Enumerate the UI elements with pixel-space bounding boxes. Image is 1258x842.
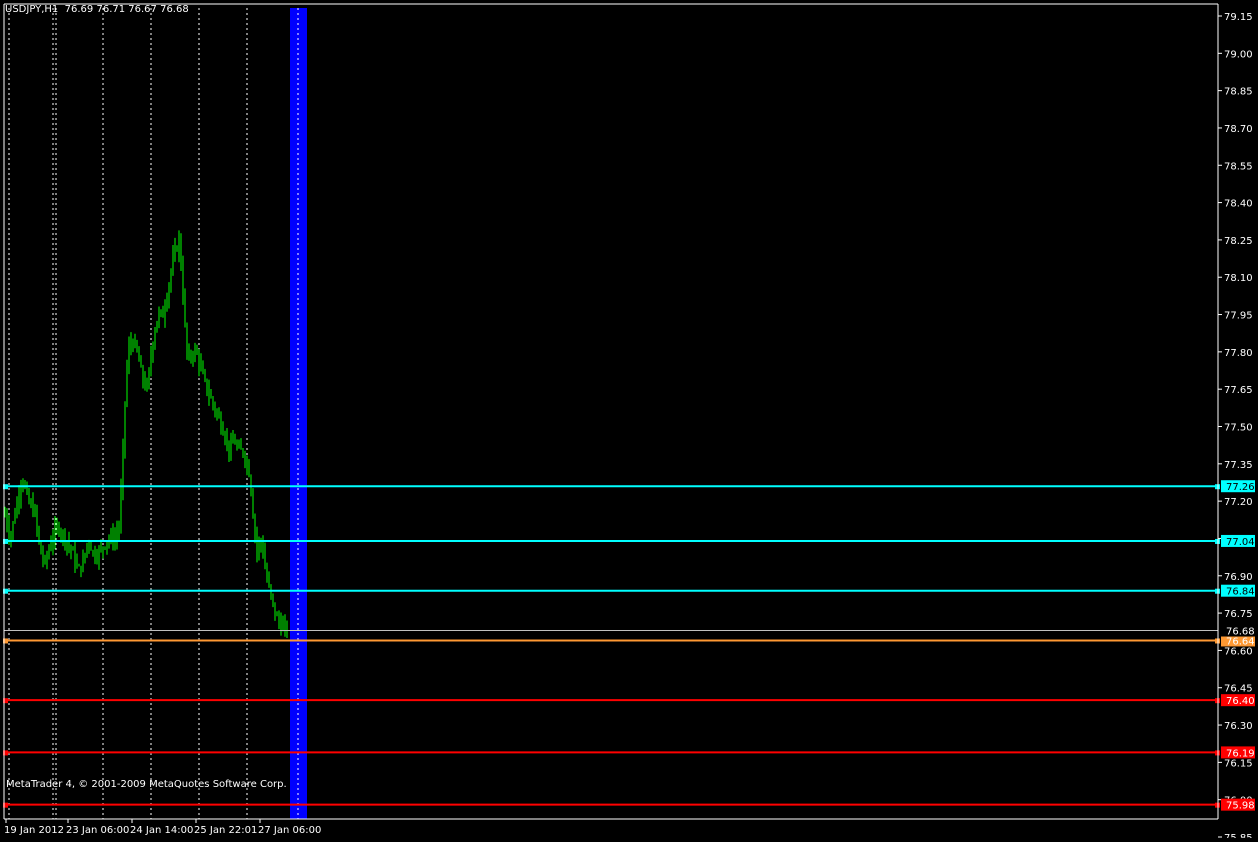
symbol-timeframe: USDJPY,H1 — [5, 4, 59, 15]
y-tick-label: 79.00 — [1224, 49, 1253, 60]
y-tick-label: 77.65 — [1224, 385, 1253, 396]
level-price-label: 76.84 — [1226, 587, 1255, 598]
y-tick-label: 78.25 — [1224, 236, 1253, 247]
y-tick-label: 76.45 — [1224, 684, 1253, 695]
ohlc-values: 76.69 76.71 76.67 76.68 — [64, 4, 189, 15]
y-tick-label: 77.50 — [1224, 423, 1253, 434]
price-chart[interactable]: 79.15 79.00 78.85 78.70 78.55 78.40 78.25 78.10… — [0, 0, 1258, 842]
y-tick-label: 78.70 — [1224, 124, 1253, 135]
y-tick-label: 78.85 — [1224, 87, 1253, 98]
copyright-label: MetaTrader 4, © 2001-2009 MetaQuotes Sof… — [6, 779, 287, 790]
y-tick-label: 77.80 — [1224, 348, 1253, 359]
current-price-label: 76.68 — [1226, 627, 1255, 638]
y-tick-label: 76.90 — [1224, 572, 1253, 583]
level-price-label: 75.98 — [1226, 801, 1255, 812]
level-price-label: 76.19 — [1226, 748, 1255, 759]
y-tick-label: 77.35 — [1224, 460, 1253, 471]
level-price-label: 76.40 — [1226, 696, 1255, 707]
y-tick-label: 78.55 — [1224, 161, 1253, 172]
level-price-label: 77.04 — [1226, 537, 1255, 548]
y-tick-label: 76.15 — [1224, 758, 1253, 769]
symbol-header: USDJPY,H1 76.69 76.71 76.67 76.68 — [5, 4, 189, 15]
y-tick-label: 79.15 — [1224, 12, 1253, 23]
chart-window[interactable]: 79.15 79.00 78.85 78.70 78.55 78.40 78.25 78.10… — [0, 0, 1258, 842]
y-tick-label: 77.95 — [1224, 311, 1253, 322]
level-price-label: 76.64 — [1226, 636, 1255, 647]
x-tick-label: 27 Jan 06:00 — [258, 825, 321, 836]
level-price-label: 77.26 — [1226, 482, 1255, 493]
y-tick-label: 76.60 — [1224, 646, 1253, 657]
y-tick-label: 78.40 — [1224, 199, 1253, 210]
x-tick-label: 24 Jan 14:00 — [130, 825, 193, 836]
x-tick-label: 23 Jan 06:00 — [66, 825, 129, 836]
y-tick-label: 76.75 — [1224, 609, 1253, 620]
y-tick-label: 75.85 — [1224, 833, 1253, 838]
x-tick-label: 19 Jan 2012 — [4, 825, 64, 836]
x-tick-label: 25 Jan 22:01 — [194, 825, 257, 836]
y-tick-label: 78.10 — [1224, 273, 1253, 284]
y-tick-label: 76.30 — [1224, 721, 1253, 732]
y-tick-label: 77.20 — [1224, 497, 1253, 508]
